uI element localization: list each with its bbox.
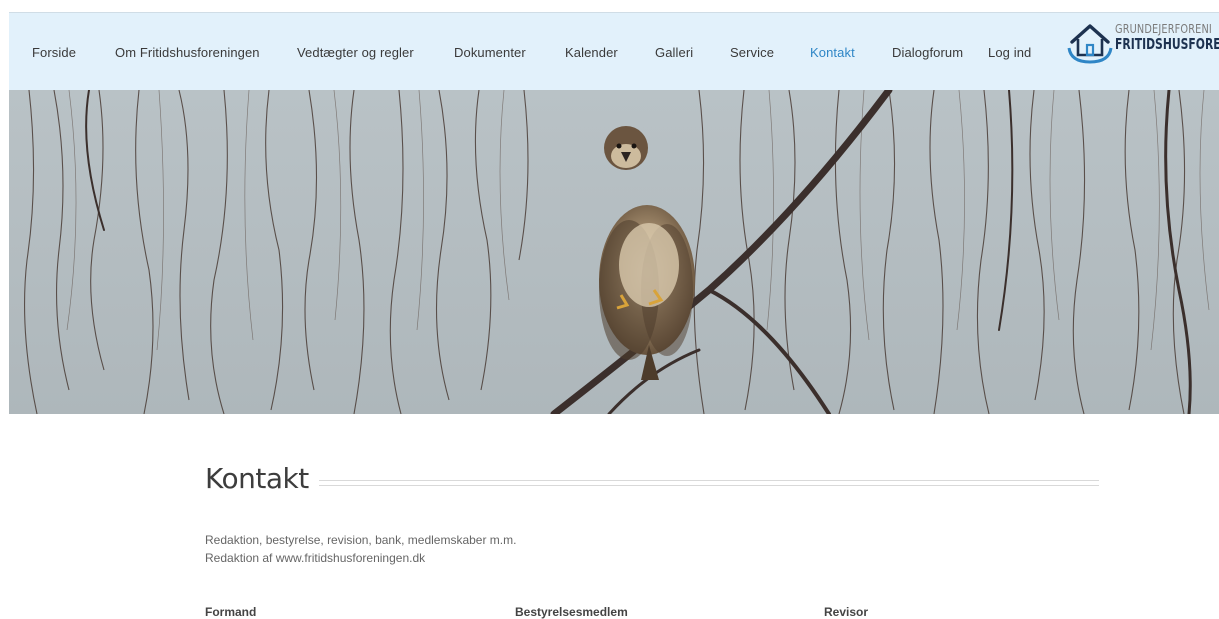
nav-item-forside[interactable]: Forside (32, 45, 76, 60)
logo-text-bottom: FRITIDSHUSFOREI (1115, 35, 1219, 53)
top-strip (0, 0, 1219, 12)
nav-item-service[interactable]: Service (730, 45, 774, 60)
logo-text-top: GRUNDEJERFORENI (1115, 21, 1212, 36)
nav-item-vedtaegter-og-regler[interactable]: Vedtægter og regler (297, 45, 414, 60)
main-content: Kontakt Redaktion, bestyrelse, revision,… (205, 460, 1099, 619)
page-title: Kontakt (205, 462, 319, 495)
nav-item-om-fritidshusforeningen[interactable]: Om Fritidshusforeningen (115, 45, 260, 60)
nav-item-galleri[interactable]: Galleri (655, 45, 693, 60)
nav-item-log-ind[interactable]: Log ind (988, 45, 1031, 60)
nav-item-kalender[interactable]: Kalender (565, 45, 618, 60)
house-icon (1067, 24, 1113, 64)
column-heading-formand: Formand (205, 605, 257, 619)
intro-text: Redaktion, bestyrelse, revision, bank, m… (205, 531, 516, 567)
intro-line-2: Redaktion af www.fritidshusforeningen.dk (205, 551, 426, 565)
nav-item-dokumenter[interactable]: Dokumenter (454, 45, 526, 60)
site-logo[interactable]: GRUNDEJERFORENI FRITIDSHUSFOREI (1067, 20, 1219, 68)
column-heading-revisor: Revisor (824, 605, 869, 619)
page-title-row: Kontakt (205, 460, 1099, 504)
nav-item-kontakt[interactable]: Kontakt (810, 45, 855, 60)
title-divider (305, 480, 1099, 486)
nav-item-dialogforum[interactable]: Dialogforum (892, 45, 963, 60)
intro-line-1: Redaktion, bestyrelse, revision, bank, m… (205, 533, 517, 547)
main-navigation: Forside Om Fritidshusforeningen Vedtægte… (9, 12, 1219, 91)
buzzard-on-branch-photo (9, 90, 1219, 414)
hero-image (9, 90, 1219, 414)
column-heading-bestyrelsesmedlem: Bestyrelsesmedlem (515, 605, 628, 619)
